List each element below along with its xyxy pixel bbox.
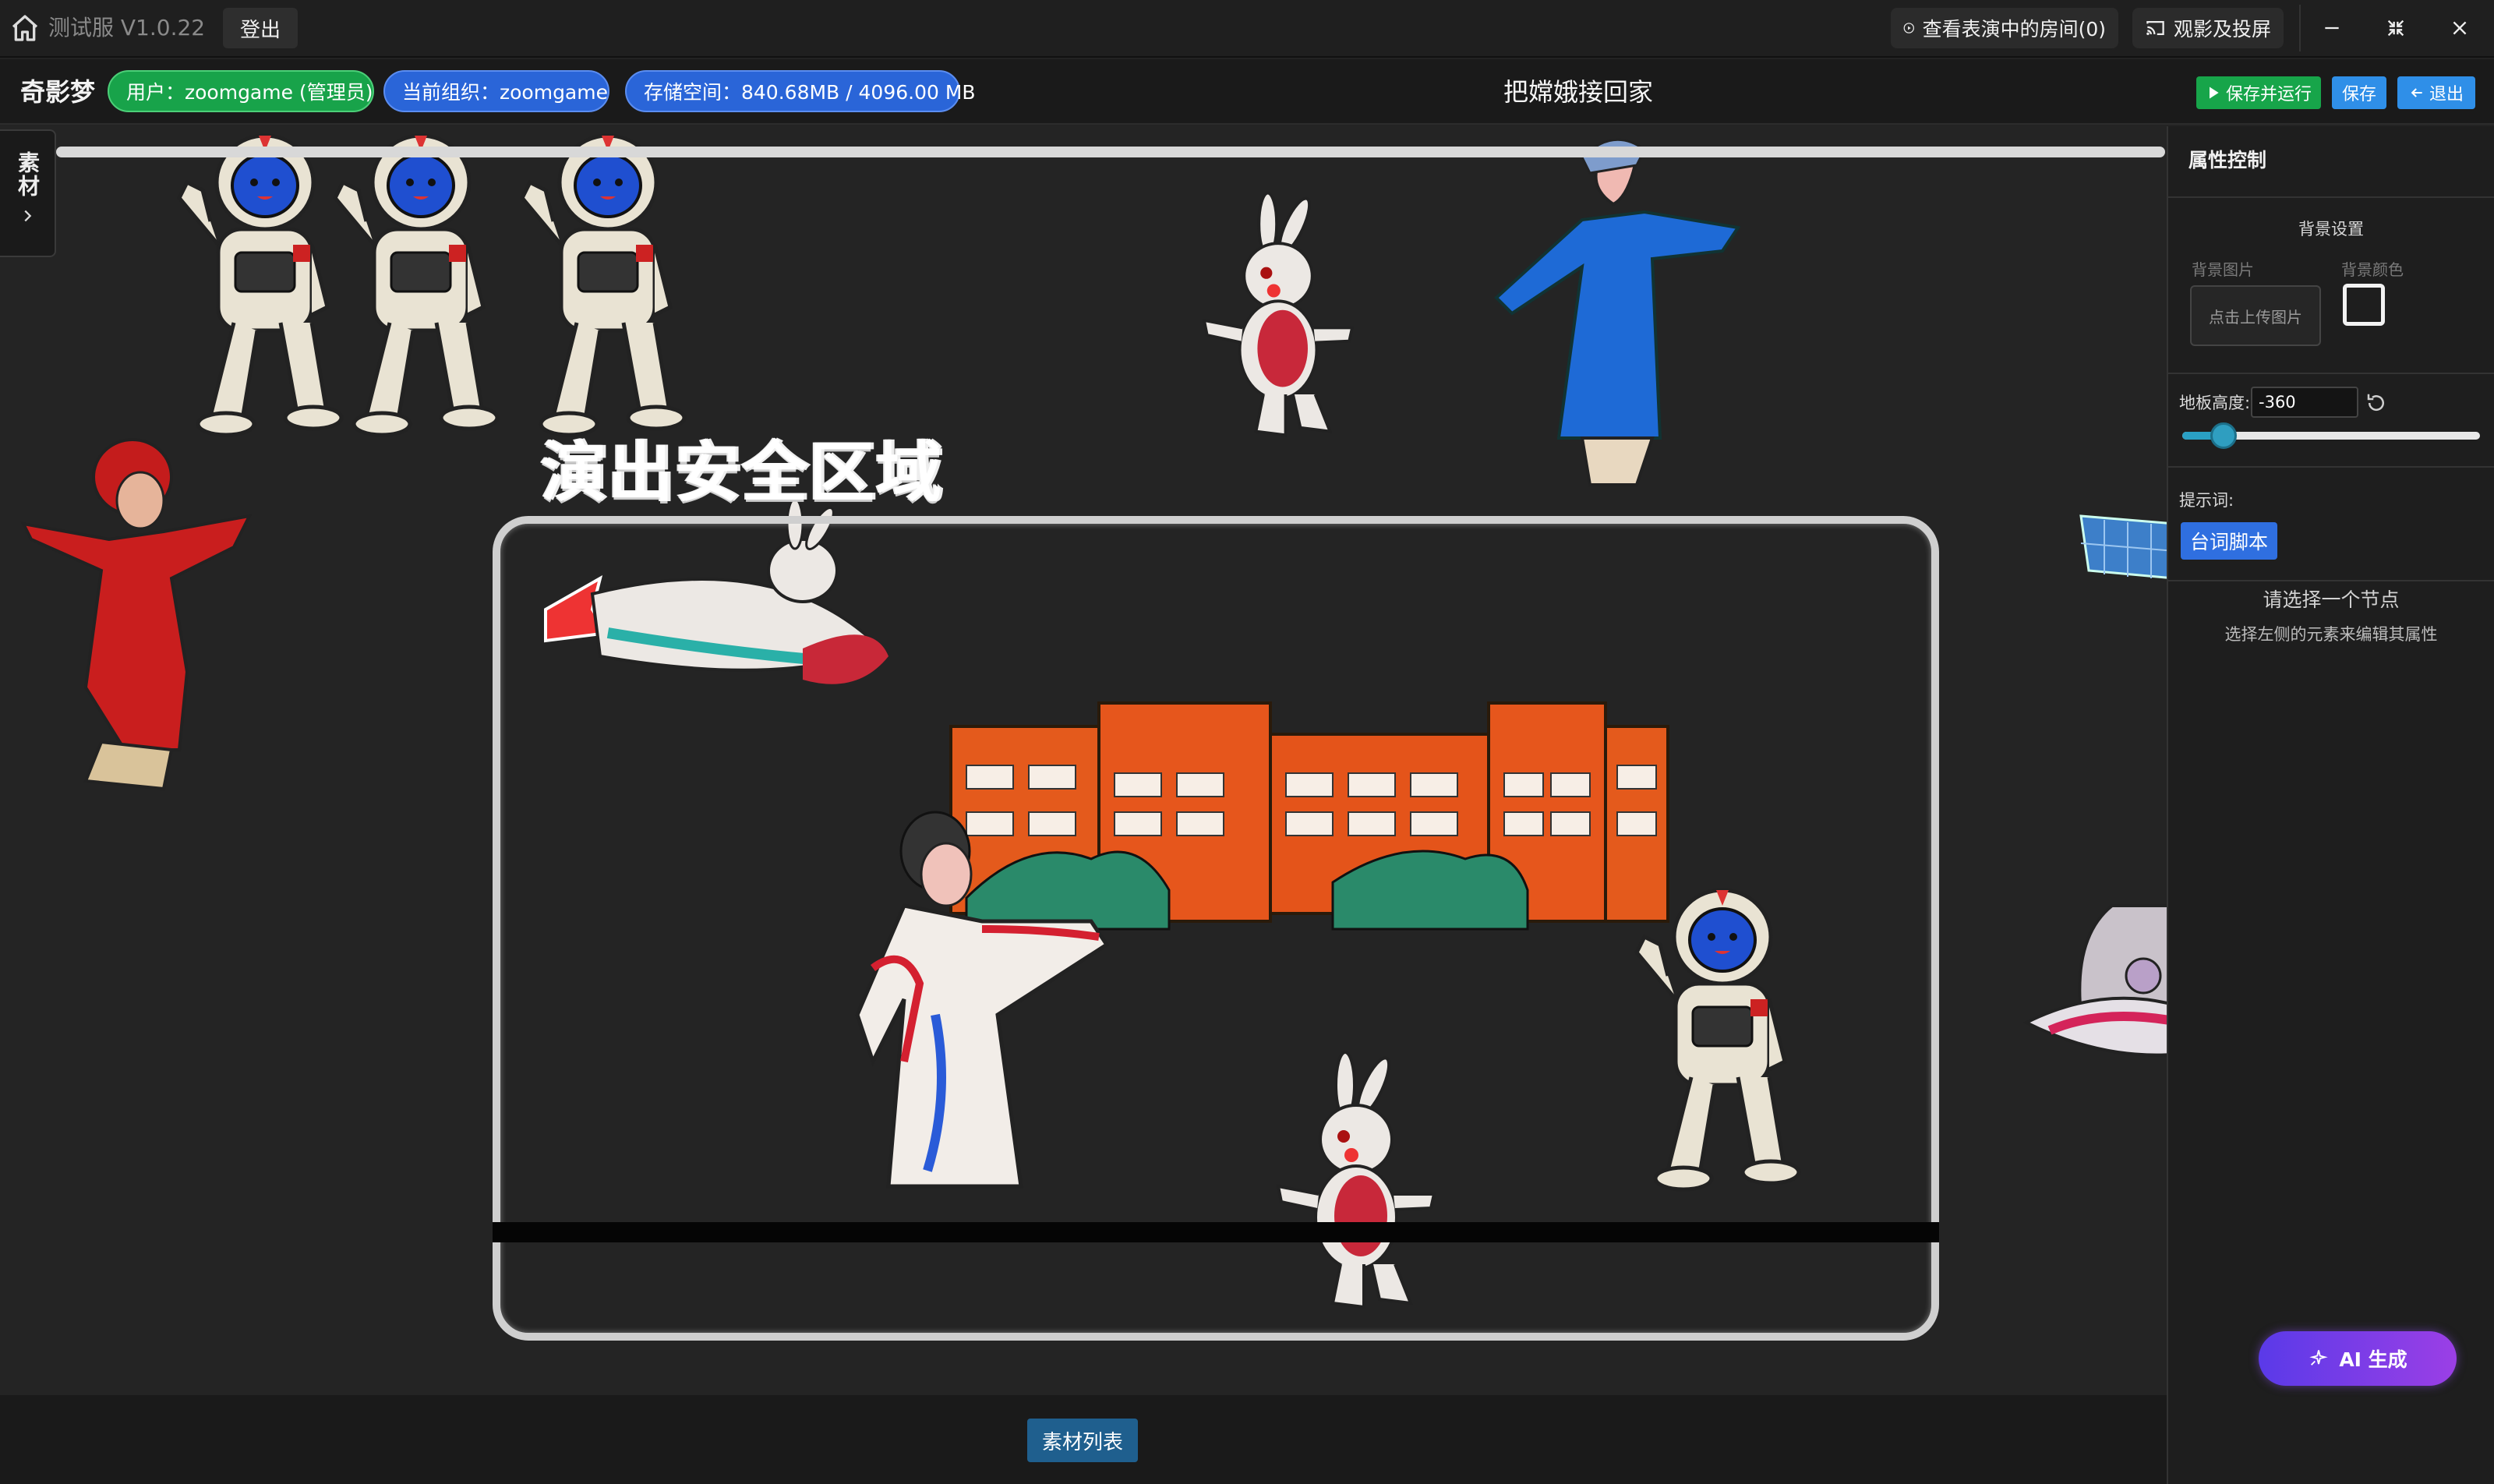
cast-icon: [2146, 21, 2164, 35]
background-settings-title: 背景设置: [2298, 220, 2364, 238]
exit-label: 退出: [2429, 85, 2464, 104]
chevron-right-icon: [24, 210, 32, 222]
save-button[interactable]: 保存: [2332, 76, 2386, 109]
save-and-run-label: 保存并运行: [2225, 85, 2312, 104]
titlebar-divider: [2299, 5, 2301, 51]
red-robe-puppet: [20, 438, 253, 791]
ai-generate-label: AI 生成: [2339, 1348, 2407, 1371]
background-color-label: 背景颜色: [2341, 260, 2404, 279]
save-and-run-button[interactable]: 保存并运行: [2196, 76, 2321, 109]
safe-area-frame: [493, 516, 1939, 1341]
user-badge: 用户：zoomgame (管理员): [108, 70, 374, 112]
panel-divider: [2168, 580, 2494, 581]
page-title: 把嫦娥接回家: [1503, 77, 1653, 107]
collapse-icon: [2387, 19, 2404, 37]
organization-badge[interactable]: 当前组织：zoomgame: [383, 70, 609, 112]
astronaut-puppet-3: [522, 136, 684, 435]
top-rail: [56, 147, 2165, 157]
view-rooms-button[interactable]: 查看表演中的房间(0): [1891, 8, 2118, 48]
view-rooms-label: 查看表演中的房间(0): [1922, 18, 2106, 41]
material-tab-label: 素材: [15, 151, 41, 198]
floor-height-label: 地板高度:: [2179, 394, 2251, 412]
cast-screen-label: 观影及投屏: [2173, 18, 2271, 41]
ai-generate-button[interactable]: AI 生成: [2259, 1331, 2457, 1386]
info-bar: [0, 59, 2494, 125]
material-list-button[interactable]: 素材列表: [1027, 1419, 1138, 1462]
close-button[interactable]: [2436, 9, 2483, 47]
safe-area-label: 演出安全区域: [541, 434, 944, 511]
brand-name: 奇影梦: [20, 77, 96, 107]
app-title: 测试服 V1.0.22: [48, 15, 206, 41]
cast-screen-button[interactable]: 观影及投屏: [2132, 8, 2284, 48]
floor-height-slider-thumb[interactable]: [2210, 422, 2237, 449]
empty-state-title: 请选择一个节点: [2263, 588, 2400, 611]
panel-divider: [2168, 466, 2494, 468]
reset-icon[interactable]: [2365, 391, 2388, 415]
floor-height-input[interactable]: -360: [2251, 387, 2358, 418]
astronaut-puppet-2: [335, 136, 497, 435]
material-drawer-toggle[interactable]: 素材: [0, 129, 56, 257]
exit-button[interactable]: 退出: [2397, 76, 2475, 109]
logout-button[interactable]: 登出: [223, 8, 298, 48]
prompt-label: 提示词:: [2179, 491, 2234, 510]
play-circle-icon: [1903, 23, 1914, 34]
upload-image-button[interactable]: 点击上传图片: [2190, 285, 2321, 346]
script-button[interactable]: 台词脚本: [2181, 522, 2277, 560]
storage-badge: 存储空间：840.68MB / 4096.00 MB: [625, 70, 976, 112]
sparkle-icon: [2309, 1350, 2329, 1366]
play-icon: [2209, 87, 2219, 99]
close-icon: [2453, 21, 2467, 35]
minimize-button[interactable]: [2309, 9, 2355, 47]
background-image-label: 背景图片: [2192, 260, 2254, 279]
floor-line[interactable]: [493, 1222, 1939, 1242]
background-color-swatch[interactable]: [2343, 284, 2385, 326]
title-bar: [0, 0, 2494, 58]
rabbit-puppet-top: [1203, 191, 1354, 437]
blue-robe-puppet: [1494, 138, 1741, 486]
panel-title: 属性控制: [2188, 149, 2267, 171]
minimize-icon: [2325, 26, 2339, 30]
panel-divider: [2168, 373, 2494, 374]
panel-divider: [2168, 196, 2494, 198]
restore-button[interactable]: [2372, 9, 2419, 47]
home-icon[interactable]: [9, 12, 41, 44]
arrow-left-icon: [2411, 88, 2422, 97]
empty-state-subtitle: 选择左侧的元素来编辑其属性: [2224, 625, 2438, 644]
satellite-puppet: [2079, 514, 2167, 579]
ufo-puppet: [2022, 904, 2167, 1057]
astronaut-puppet-1: [179, 136, 341, 435]
